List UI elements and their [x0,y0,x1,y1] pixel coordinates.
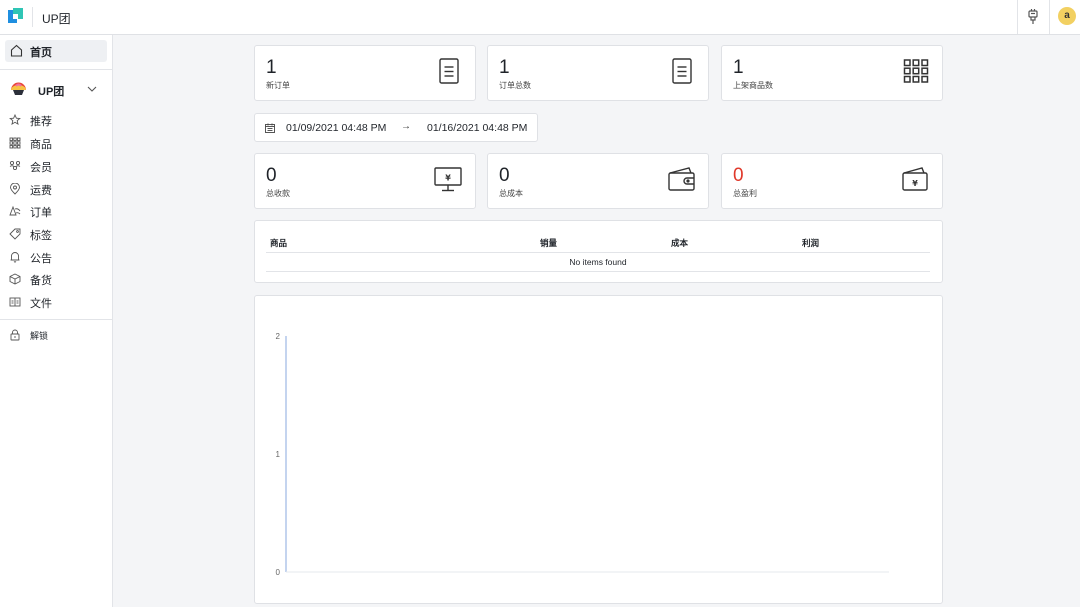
grid-icon [9,137,21,149]
topbar-divider [1049,0,1050,34]
stat-value: 0 [266,165,277,186]
end-date-input[interactable]: 01/16/2021 04:48 PM [427,122,527,134]
tag-icon [9,228,21,240]
lock-icon [10,329,20,341]
sidebar-item-label: 商品 [30,139,52,151]
members-icon [9,160,21,171]
empty-state-text: No items found [569,257,627,267]
table-divider [266,271,930,272]
sidebar-item-unlock[interactable]: 解锁 [0,325,112,345]
svg-text:¥: ¥ [445,174,451,183]
calendar-icon [265,123,275,133]
column-header-sales[interactable]: 销量 [540,237,557,249]
stat-caption: 总成本 [499,189,523,198]
stat-card-total-revenue: 0 总收款 ¥ [254,153,476,209]
stat-caption: 总盈利 [733,189,757,198]
sidebar-item-label: 备货 [30,275,52,287]
arrow-right-icon: → [401,121,411,132]
sidebar-item-announcements[interactable]: 公告 [0,247,112,267]
column-header-profit[interactable]: 利润 [802,237,819,249]
y-tick-label: 0 [276,568,281,577]
document-icon [672,58,692,84]
topbar-divider [1017,0,1018,34]
sidebar-item-label: 会员 [30,162,52,174]
sales-chart: 2 1 0 [254,295,943,604]
file-icon [9,297,21,307]
column-header-product[interactable]: 商品 [270,237,287,249]
sidebar-divider [0,319,112,320]
top-bar: UP团 a [0,0,1080,35]
stat-card-total-cost: 0 总成本 [487,153,709,209]
app-title: UP团 [42,12,71,26]
org-logo-icon [11,82,26,95]
grid-icon [903,59,929,83]
location-icon [10,183,20,195]
stat-card-total-profit: 0 总盈利 ¥ [721,153,943,209]
stat-caption: 上架商品数 [733,81,773,90]
sidebar-item-label: 解锁 [30,331,49,341]
sidebar-item-products[interactable]: 商品 [0,133,112,153]
monitor-yen-icon: ¥ [434,167,462,192]
plug-icon[interactable] [1026,9,1040,25]
org-switcher[interactable]: UP团 [0,77,112,101]
stat-value: 0 [499,165,510,186]
svg-text:¥: ¥ [912,179,918,188]
home-icon [10,44,23,57]
sidebar: 首页 UP团 推荐 商品 会员 运费 订单 标签 公告 备货 文件 解锁 [0,35,113,607]
stat-value: 1 [499,57,510,78]
table-header-divider [266,252,930,253]
stat-caption: 新订单 [266,81,290,90]
stat-card-new-orders: 1 新订单 [254,45,476,101]
sidebar-item-label: 首页 [30,47,52,59]
document-icon [439,58,459,84]
stat-value: 1 [733,57,744,78]
column-header-cost[interactable]: 成本 [671,237,688,249]
sidebar-item-label: 公告 [30,253,52,265]
date-range-picker[interactable]: 01/09/2021 04:48 PM → 01/16/2021 04:48 P… [254,113,538,142]
stat-value: 1 [266,57,277,78]
org-name: UP团 [38,86,65,98]
stat-caption: 总收款 [266,189,290,198]
chevron-down-icon [87,86,97,92]
stat-card-listed-products: 1 上架商品数 [721,45,943,101]
sidebar-item-shipping[interactable]: 运费 [0,179,112,199]
wallet-icon [668,167,695,191]
sidebar-item-label: 订单 [30,207,52,219]
app-logo-icon[interactable] [8,8,24,24]
y-tick-label: 1 [276,450,281,459]
y-tick-label: 2 [276,332,281,341]
sidebar-item-label: 运费 [30,185,52,197]
bell-icon [10,252,20,263]
sidebar-item-files[interactable]: 文件 [0,292,112,312]
star-icon [9,114,21,126]
sidebar-item-recommend[interactable]: 推荐 [0,110,112,130]
sidebar-divider [0,69,112,70]
stat-caption: 订单总数 [499,81,531,90]
sales-table: 商品 销量 成本 利润 No items found [254,220,943,283]
stat-value: 0 [733,165,744,186]
avatar[interactable]: a [1058,7,1076,25]
sidebar-item-orders[interactable]: 订单 [0,201,112,221]
sidebar-item-tags[interactable]: 标签 [0,224,112,244]
stat-card-total-orders: 1 订单总数 [487,45,709,101]
wallet-yen-icon: ¥ [902,167,928,191]
start-date-input[interactable]: 01/09/2021 04:48 PM [286,122,386,134]
box-icon [9,273,21,285]
sidebar-item-home[interactable]: 首页 [5,40,107,62]
order-icon [9,205,21,216]
sidebar-item-label: 推荐 [30,116,52,128]
chart-canvas: 2 1 0 [276,332,889,577]
topbar-divider [32,7,33,27]
sidebar-item-label: 文件 [30,298,52,310]
sidebar-item-stock[interactable]: 备货 [0,269,112,289]
sidebar-item-members[interactable]: 会员 [0,156,112,176]
sidebar-item-label: 标签 [30,230,52,242]
